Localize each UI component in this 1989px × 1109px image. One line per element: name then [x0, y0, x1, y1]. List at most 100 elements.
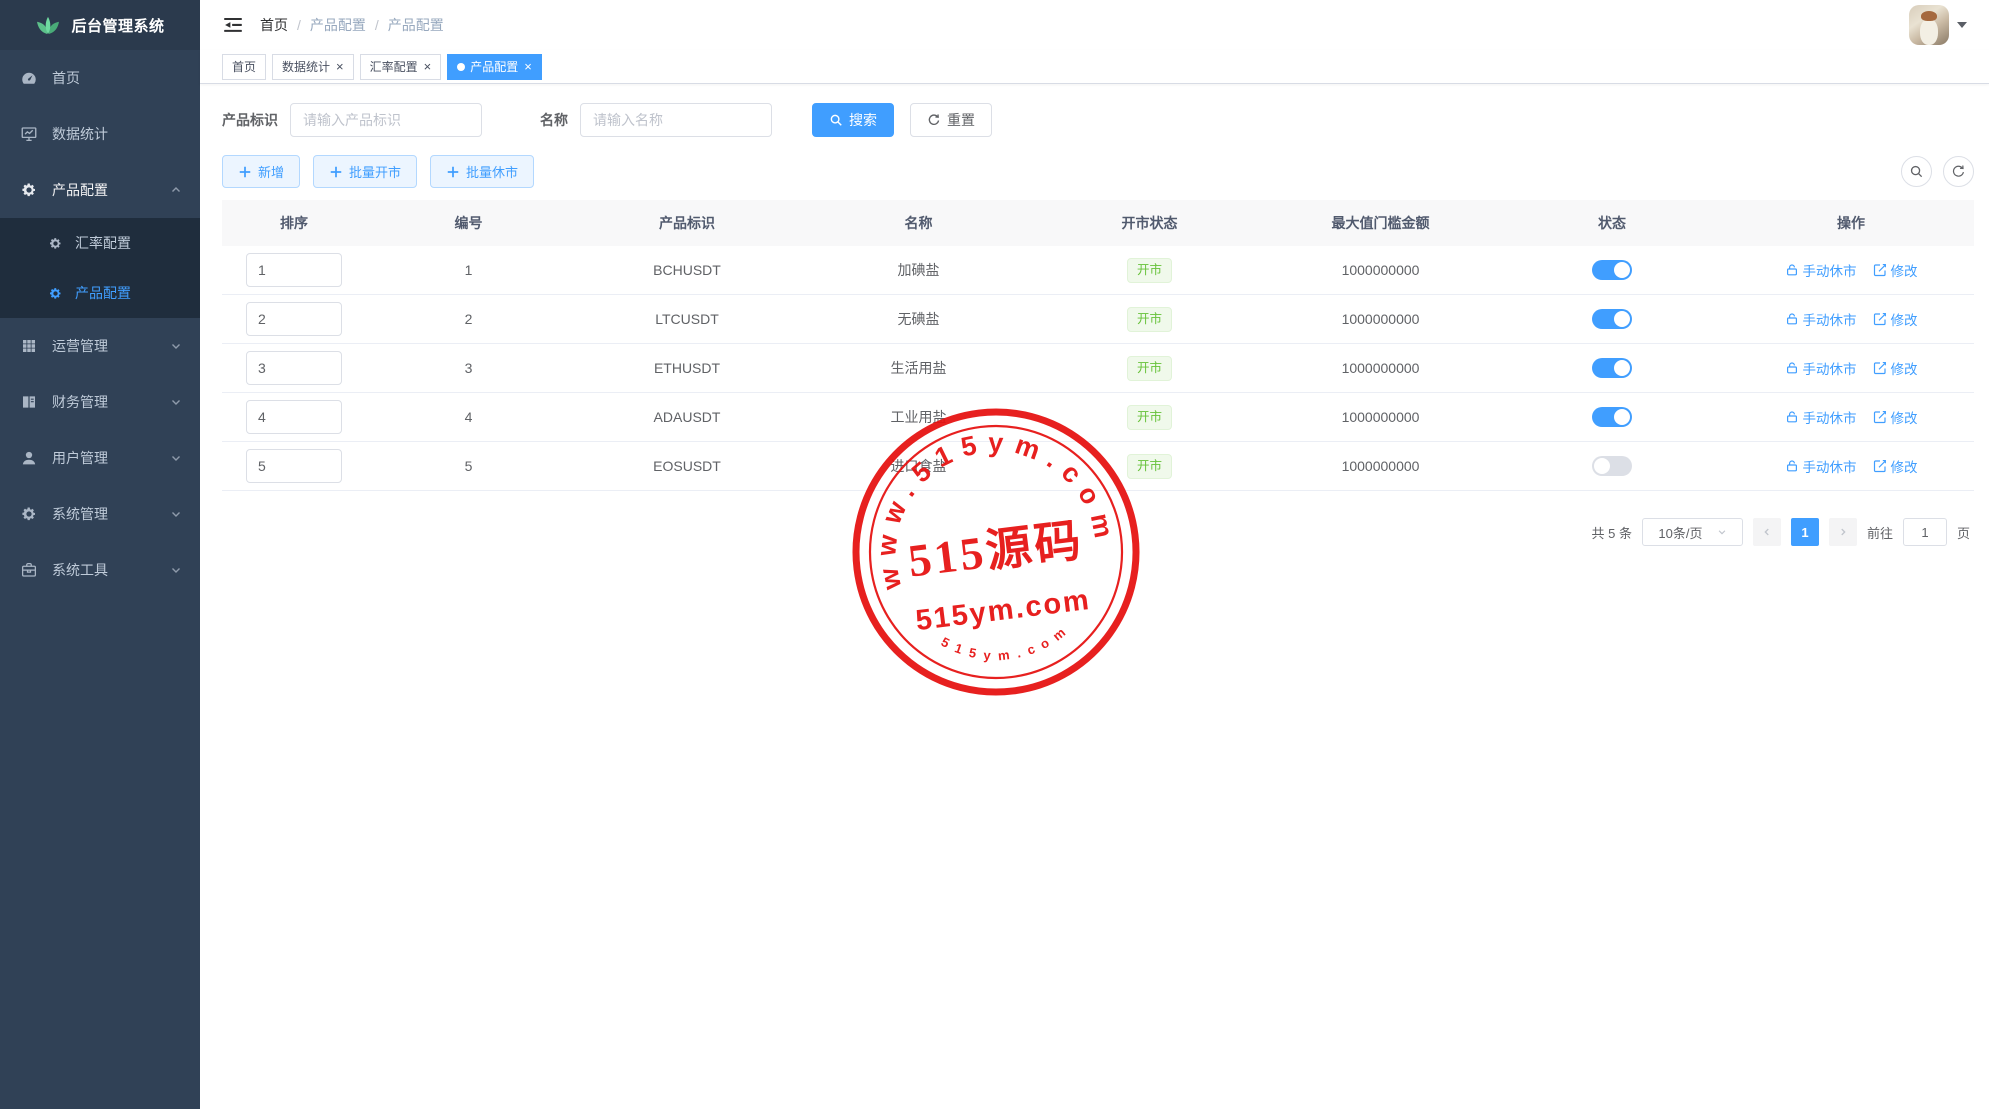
col-name: 名称 — [803, 213, 1034, 233]
goto-page-input[interactable] — [1903, 518, 1947, 546]
sidebar-subitem-product-config[interactable]: 产品配置 — [0, 268, 200, 318]
toggle-knob — [1614, 262, 1630, 278]
sidebar-item-product-config[interactable]: 产品配置 — [0, 162, 200, 218]
filter-name-label: 名称 — [540, 110, 568, 130]
cell-symbol: ADAUSDT — [571, 409, 803, 425]
sidebar-item-finance[interactable]: 财务管理 — [0, 374, 200, 430]
table-refresh-button[interactable] — [1943, 156, 1974, 187]
search-button[interactable]: 搜索 — [812, 103, 894, 137]
add-button[interactable]: 新增 — [222, 155, 300, 188]
tab-data-stats[interactable]: 数据统计 × — [272, 54, 354, 80]
grid-icon — [20, 337, 38, 355]
cell-id: 3 — [366, 360, 571, 376]
sidebar-subitem-rate-config[interactable]: 汇率配置 — [0, 218, 200, 268]
app-title: 后台管理系统 — [71, 15, 164, 36]
pagination-total: 共 5 条 — [1592, 523, 1632, 542]
table-row: 2 LTCUSDT 无碘盐 开市 1000000000 手动休市 修改 — [222, 295, 1974, 344]
product-id-input[interactable] — [290, 103, 482, 137]
edit-link[interactable]: 修改 — [1873, 309, 1918, 329]
search-icon — [1909, 164, 1924, 179]
edit-label: 修改 — [1891, 456, 1918, 476]
batch-close-button[interactable]: 批量休市 — [430, 155, 534, 188]
sort-input[interactable] — [246, 351, 342, 385]
name-input[interactable] — [580, 103, 772, 137]
add-button-label: 新增 — [258, 162, 284, 181]
edit-link[interactable]: 修改 — [1873, 407, 1918, 427]
sidebar-item-users[interactable]: 用户管理 — [0, 430, 200, 486]
batch-open-button-label: 批量开市 — [349, 162, 401, 181]
next-page-button[interactable] — [1829, 518, 1857, 546]
table-row: 3 ETHUSDT 生活用盐 开市 1000000000 手动休市 修改 — [222, 344, 1974, 393]
sort-input[interactable] — [246, 400, 342, 434]
tab-home[interactable]: 首页 — [222, 54, 266, 80]
edit-link[interactable]: 修改 — [1873, 358, 1918, 378]
breadcrumb-item: 产品配置 — [310, 15, 366, 35]
edit-icon — [1873, 410, 1887, 424]
app-logo-row[interactable]: 后台管理系统 — [0, 0, 200, 50]
refresh-icon — [927, 113, 941, 127]
chevron-down-icon — [170, 508, 182, 520]
market-status-badge: 开市 — [1127, 405, 1172, 430]
edit-link[interactable]: 修改 — [1873, 456, 1918, 476]
status-toggle[interactable] — [1592, 309, 1632, 329]
user-avatar[interactable] — [1909, 5, 1949, 45]
page-size-value: 10条/页 — [1658, 523, 1702, 542]
edit-label: 修改 — [1891, 407, 1918, 427]
status-toggle[interactable] — [1592, 260, 1632, 280]
sidebar-item-system[interactable]: 系统管理 — [0, 486, 200, 542]
cell-name: 无碘盐 — [803, 309, 1034, 329]
table-search-toggle-button[interactable] — [1901, 156, 1932, 187]
toggle-knob — [1614, 311, 1630, 327]
cell-max-amount: 1000000000 — [1265, 311, 1496, 327]
breadcrumb-separator: / — [375, 17, 379, 33]
manual-close-link[interactable]: 手动休市 — [1785, 309, 1857, 329]
cell-id: 1 — [366, 262, 571, 278]
tab-rate-config[interactable]: 汇率配置 × — [360, 54, 442, 80]
sort-input[interactable] — [246, 253, 342, 287]
manual-close-label: 手动休市 — [1803, 309, 1857, 329]
col-id: 编号 — [366, 213, 571, 233]
lock-icon — [1785, 410, 1799, 424]
sidebar-item-label: 财务管理 — [52, 392, 170, 412]
table-row: 1 BCHUSDT 加碘盐 开市 1000000000 手动休市 修改 — [222, 246, 1974, 295]
tab-label: 数据统计 — [282, 58, 330, 75]
sort-input[interactable] — [246, 302, 342, 336]
cell-symbol: BCHUSDT — [571, 262, 803, 278]
products-table: 排序 编号 产品标识 名称 开市状态 最大值门槛金额 状态 操作 1 BCHUS… — [222, 200, 1974, 491]
tab-label: 产品配置 — [470, 58, 518, 75]
edit-icon — [1873, 263, 1887, 277]
sidebar-item-home[interactable]: 首页 — [0, 50, 200, 106]
sidebar-item-operations[interactable]: 运营管理 — [0, 318, 200, 374]
tab-product-config[interactable]: 产品配置 × — [447, 54, 542, 80]
tab-close-icon[interactable]: × — [336, 60, 344, 73]
cell-max-amount: 1000000000 — [1265, 458, 1496, 474]
tab-close-icon[interactable]: × — [524, 60, 532, 73]
plus-icon — [446, 165, 460, 179]
sidebar-item-data-stats[interactable]: 数据统计 — [0, 106, 200, 162]
cell-name: 进口食盐 — [803, 456, 1034, 476]
page-content: 产品标识 名称 搜索 重置 新增 批量开市 — [200, 84, 1989, 546]
reset-button[interactable]: 重置 — [910, 103, 992, 137]
toggle-knob — [1614, 409, 1630, 425]
breadcrumb-home[interactable]: 首页 — [260, 15, 288, 35]
status-toggle[interactable] — [1592, 456, 1632, 476]
manual-close-link[interactable]: 手动休市 — [1785, 260, 1857, 280]
caret-down-icon[interactable] — [1957, 22, 1967, 28]
page-unit-label: 页 — [1957, 523, 1970, 542]
status-toggle[interactable] — [1592, 358, 1632, 378]
sidebar-item-tools[interactable]: 系统工具 — [0, 542, 200, 598]
chevron-up-icon — [170, 184, 182, 196]
status-toggle[interactable] — [1592, 407, 1632, 427]
sort-input[interactable] — [246, 449, 342, 483]
edit-link[interactable]: 修改 — [1873, 260, 1918, 280]
prev-page-button[interactable] — [1753, 518, 1781, 546]
manual-close-link[interactable]: 手动休市 — [1785, 456, 1857, 476]
sidebar-collapse-icon[interactable] — [222, 14, 244, 36]
page-size-select[interactable]: 10条/页 — [1642, 518, 1743, 546]
manual-close-link[interactable]: 手动休市 — [1785, 358, 1857, 378]
batch-open-button[interactable]: 批量开市 — [313, 155, 417, 188]
page-number-button[interactable]: 1 — [1791, 518, 1819, 546]
tab-close-icon[interactable]: × — [424, 60, 432, 73]
goto-label: 前往 — [1867, 523, 1893, 542]
manual-close-link[interactable]: 手动休市 — [1785, 407, 1857, 427]
